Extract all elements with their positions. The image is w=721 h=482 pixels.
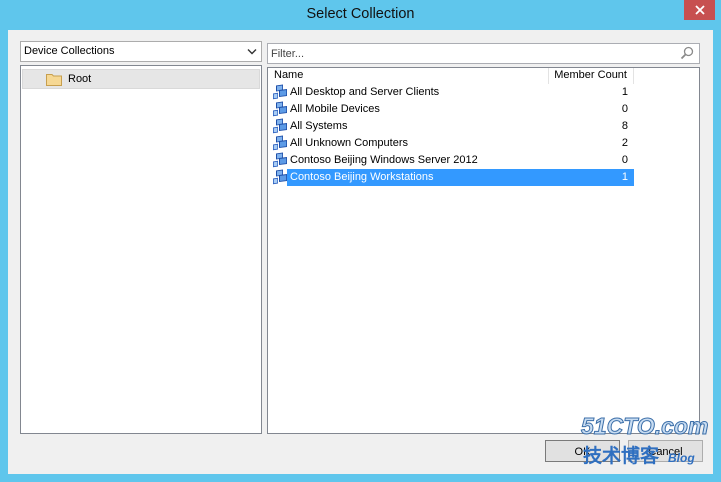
close-icon bbox=[694, 5, 705, 15]
folder-icon bbox=[46, 74, 62, 86]
device-collection-icon bbox=[272, 84, 288, 100]
device-collection-icon bbox=[272, 135, 288, 151]
collection-row[interactable]: Contoso Beijing Workstations 1 bbox=[268, 169, 699, 186]
collection-name: All Mobile Devices bbox=[290, 103, 380, 115]
collection-row[interactable]: All Desktop and Server Clients 1 bbox=[268, 84, 699, 101]
device-collection-icon bbox=[272, 152, 288, 168]
row-cells[interactable]: Contoso Beijing Windows Server 2012 0 bbox=[287, 152, 634, 169]
member-count: 2 bbox=[621, 137, 628, 149]
filter-box[interactable] bbox=[267, 43, 700, 64]
collection-type-dropdown[interactable]: Device Collections bbox=[20, 41, 262, 62]
title-bar[interactable]: Select Collection bbox=[0, 0, 721, 30]
collection-row[interactable]: All Systems 8 bbox=[268, 118, 699, 135]
member-count: 8 bbox=[621, 120, 628, 132]
chevron-down-icon bbox=[247, 49, 257, 55]
member-count: 1 bbox=[621, 171, 628, 183]
member-count: 1 bbox=[621, 86, 628, 98]
dropdown-selected-value: Device Collections bbox=[24, 45, 115, 57]
search-icon[interactable] bbox=[680, 46, 694, 60]
row-cells[interactable]: All Unknown Computers 2 bbox=[287, 135, 634, 152]
ok-button[interactable]: OK bbox=[545, 440, 620, 462]
collection-name: All Unknown Computers bbox=[290, 137, 408, 149]
collection-row[interactable]: All Unknown Computers 2 bbox=[268, 135, 699, 152]
row-cells[interactable]: All Mobile Devices 0 bbox=[287, 101, 634, 118]
row-cells[interactable]: All Systems 8 bbox=[287, 118, 634, 135]
list-header: Name Member Count bbox=[268, 68, 699, 84]
close-button[interactable] bbox=[684, 0, 715, 20]
cancel-button[interactable]: Cancel bbox=[628, 440, 703, 462]
column-header-name[interactable]: Name bbox=[268, 68, 549, 84]
collection-list[interactable]: Name Member Count All Desktop and Server… bbox=[267, 67, 700, 434]
filter-input[interactable] bbox=[268, 44, 673, 63]
collection-row[interactable]: All Mobile Devices 0 bbox=[268, 101, 699, 118]
dialog-body: Device Collections Root Name Member Coun… bbox=[8, 30, 713, 474]
device-collection-icon bbox=[272, 169, 288, 185]
window-title: Select Collection bbox=[306, 6, 415, 22]
device-collection-icon bbox=[272, 118, 288, 134]
tree-item-label: Root bbox=[68, 73, 92, 85]
row-cells[interactable]: All Desktop and Server Clients 1 bbox=[287, 84, 634, 101]
collection-name: Contoso Beijing Windows Server 2012 bbox=[290, 154, 478, 166]
device-collection-icon bbox=[272, 101, 288, 117]
collection-name: All Desktop and Server Clients bbox=[290, 86, 440, 98]
column-header-member-count[interactable]: Member Count bbox=[549, 68, 634, 84]
member-count: 0 bbox=[621, 154, 628, 166]
collection-name: Contoso Beijing Workstations bbox=[290, 171, 434, 183]
tree-item-root[interactable]: Root bbox=[22, 69, 260, 89]
folder-tree[interactable]: Root bbox=[20, 65, 262, 434]
collection-name: All Systems bbox=[290, 120, 348, 132]
member-count: 0 bbox=[621, 103, 628, 115]
collection-row[interactable]: Contoso Beijing Windows Server 2012 0 bbox=[268, 152, 699, 169]
row-cells[interactable]: Contoso Beijing Workstations 1 bbox=[287, 169, 634, 186]
